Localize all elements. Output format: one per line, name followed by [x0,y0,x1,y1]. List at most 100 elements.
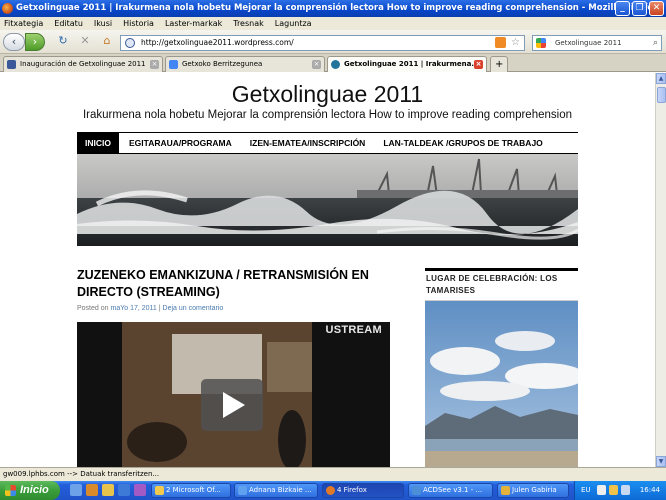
widget-title: LUGAR DE CELEBRACIÓN: LOS TAMARISES [425,268,578,301]
acdsee-icon [412,486,421,495]
status-text: gw009.lphbs.com --> Datuak transferitzen… [3,470,160,478]
scrollbar-thumb[interactable] [657,87,666,103]
back-button[interactable]: ‹ [3,33,25,51]
taskbar-item-label: Julen Gabiria [512,486,557,494]
wordpress-favicon-icon [125,38,135,48]
stop-button[interactable]: ✕ [78,33,92,51]
tab-getxolinguae[interactable]: Getxolinguae 2011 | Irakurmena... × [327,56,487,72]
close-tab-icon[interactable]: × [474,60,483,69]
home-button[interactable]: ⌂ [100,33,114,51]
menu-bookmarks[interactable]: Laster-markak [165,17,222,30]
url-bar[interactable]: http://getxolinguae2011.wordpress.com/ ☆ [120,35,525,51]
nav-item-inicio[interactable]: INICIO [77,133,119,153]
post-meta: Posted on maYo 17, 2011 | Deja un coment… [77,305,223,312]
nav-item-grupos[interactable]: LAN-TALDEAK /GRUPOS DE TRABAJO [373,133,550,153]
minimize-button[interactable]: _ [615,1,630,16]
taskbar-item-julen[interactable]: Julen Gabiria [497,483,569,498]
clock[interactable]: 16:44 [640,486,660,494]
menu-bar: Fitxategia Editatu Ikusi Historia Laster… [0,17,666,30]
ie-quicklaunch-icon[interactable] [118,484,130,496]
folder-icon [501,486,510,495]
firefox-icon [326,486,335,495]
rss-feed-icon[interactable] [495,37,506,48]
status-bar: gw009.lphbs.com --> Datuak transferitzen… [0,467,666,481]
start-label: Inicio [20,484,49,496]
comment-link[interactable]: Deja un comentario [163,305,224,312]
facebook-favicon-icon [7,60,16,69]
tab-strip: Inauguración de Getxolinguae 2011 × Getx… [0,54,666,72]
vertical-scrollbar[interactable]: ▲ ▼ [655,73,666,467]
play-button[interactable] [201,379,263,431]
url-text: http://getxolinguae2011.wordpress.com/ [141,38,294,47]
site-description: Irakurmena nola hobetu Mejorar la compre… [82,109,572,121]
bookmark-star-icon[interactable]: ☆ [511,36,520,50]
stop-icon: ✕ [80,34,90,47]
nav-item-inscripcion[interactable]: IZEN-EMATEA/INSCRIPCIÓN [240,133,374,153]
venue-landscape-image [425,301,578,467]
video-player[interactable]: USTREAM [77,322,390,467]
tab-label: Getxolinguae 2011 | Irakurmena... [344,60,480,68]
back-arrow-icon: ‹ [11,35,17,48]
nav-item-programa[interactable]: EGITARAUA/PROGRAMA [119,133,240,153]
office-icon [155,486,164,495]
windows-logo-icon [5,485,16,496]
menu-file[interactable]: Fitxategia [4,17,43,30]
reload-icon: ↻ [58,34,68,47]
search-value: Getxolinguae 2011 [555,39,622,47]
scroll-up-arrow-icon[interactable]: ▲ [656,73,666,84]
taskbar-item-firefox[interactable]: 4 Firefox [322,483,404,498]
plus-icon: + [495,59,504,70]
taskbar-item-label: 2 Microsoft Of... [166,486,221,494]
taskbar-item-acdsee[interactable]: ACDSee v3.1 - ... [408,483,493,498]
tray-volume-icon[interactable] [621,485,630,495]
taskbar-item-label: 4 Firefox [337,486,367,494]
meta-separator: | [158,305,161,312]
scroll-down-arrow-icon[interactable]: ▼ [656,456,666,467]
close-window-button[interactable]: ✕ [649,1,664,16]
new-tab-button[interactable]: + [490,56,508,72]
app-quicklaunch-icon[interactable] [134,484,146,496]
search-magnifier-icon[interactable]: ⌕ [653,36,658,50]
tray-network-icon[interactable] [609,485,618,495]
app-icon [238,486,247,495]
taskbar-item-label: Adnana Bizkaie ... [249,486,312,494]
restore-button[interactable]: ❐ [632,1,647,16]
close-tab-icon[interactable]: × [150,60,159,69]
menu-tools[interactable]: Tresnak [233,17,264,30]
google-favicon-icon [169,60,178,69]
wordpress-favicon-icon [331,60,340,69]
language-indicator[interactable]: EU [581,481,591,500]
post-date-link[interactable]: maYo 17, 2011 [110,305,156,312]
reload-button[interactable]: ↻ [56,33,70,51]
tab-label: Inauguración de Getxolinguae 2011 [20,60,146,68]
tab-inauguracion[interactable]: Inauguración de Getxolinguae 2011 × [3,56,163,72]
tab-berritzegunea[interactable]: Getxoko Berritzegunea × [165,56,325,72]
show-desktop-icon[interactable] [70,484,82,496]
tray-app-icon[interactable] [597,485,606,495]
navigation-toolbar: ‹ › ↻ ✕ ⌂ http://getxolinguae2011.wordpr… [0,30,666,54]
page-viewport: Getxolinguae 2011 Irakurmena nola hobetu… [0,73,655,467]
search-input[interactable]: Getxolinguae 2011 ⌕ [532,35,662,51]
start-button[interactable]: Inicio [0,481,60,500]
ustream-logo: USTREAM [325,324,382,336]
window-title: Getxolinguae 2011 | Irakurmena nola hobe… [16,3,659,13]
system-tray: EU 16:44 [574,481,666,500]
close-tab-icon[interactable]: × [312,60,321,69]
site-title[interactable]: Getxolinguae 2011 [0,81,655,108]
menu-help[interactable]: Laguntza [275,17,312,30]
post-title[interactable]: ZUZENEKO EMANKIZUNA / RETRANSMISIÓN EN D… [77,267,397,301]
posted-on-label: Posted on [77,305,109,312]
menu-view[interactable]: Ikusi [94,17,112,30]
windows-taskbar: Inicio 2 Microsoft Of... Adnana Bizkaie … [0,481,666,500]
google-search-engine-icon[interactable] [536,38,546,48]
firefox-quicklaunch-icon[interactable] [86,484,98,496]
window-titlebar: Getxolinguae 2011 | Irakurmena nola hobe… [0,0,666,17]
menu-history[interactable]: Historia [123,17,154,30]
venue-photo[interactable] [425,301,578,467]
forward-button[interactable]: › [25,33,45,51]
folder-quicklaunch-icon[interactable] [102,484,114,496]
window-controls: _ ❐ ✕ [615,1,664,16]
menu-edit[interactable]: Editatu [54,17,83,30]
taskbar-item-office[interactable]: 2 Microsoft Of... [151,483,231,498]
taskbar-item-adnana[interactable]: Adnana Bizkaie ... [234,483,318,498]
